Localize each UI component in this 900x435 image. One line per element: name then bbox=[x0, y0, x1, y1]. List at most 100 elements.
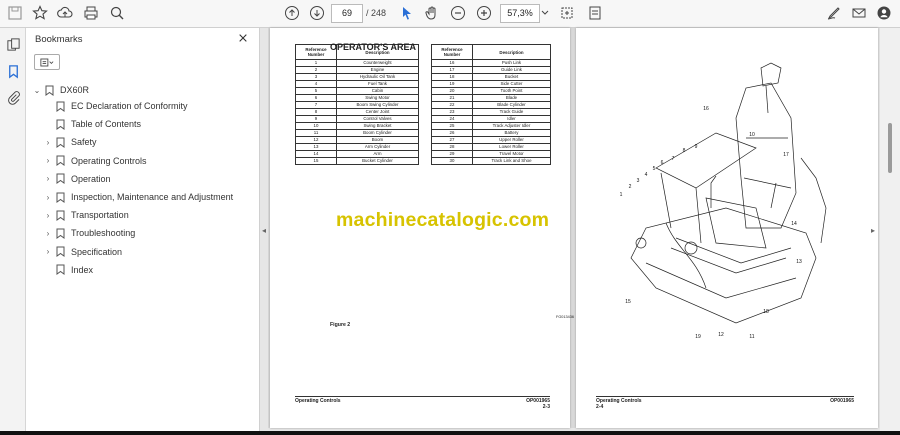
zoom-level-input[interactable]: 57,3% bbox=[500, 4, 540, 23]
ref-number-cell: 28 bbox=[431, 143, 473, 151]
callout-number: 15 bbox=[625, 299, 631, 305]
bookmark-icon bbox=[56, 173, 65, 185]
bookmark-item[interactable]: Table of Contents bbox=[43, 116, 141, 132]
zoom-in-icon[interactable] bbox=[473, 3, 495, 23]
callout-number: 18 bbox=[763, 309, 769, 315]
callout-number: 17 bbox=[783, 152, 789, 158]
page-thumbnails-icon[interactable] bbox=[4, 35, 22, 53]
attachments-paperclip-icon[interactable] bbox=[4, 88, 22, 106]
bookmark-star-icon[interactable] bbox=[29, 3, 51, 23]
ref-number-cell: 21 bbox=[431, 94, 473, 102]
description-cell: Blade Cylinder bbox=[472, 101, 551, 109]
callout-number: 16 bbox=[703, 106, 709, 112]
bookmark-item[interactable]: › Inspection, Maintenance and Adjustment bbox=[43, 189, 233, 205]
description-cell: Swing Motor bbox=[336, 94, 419, 102]
table-row: 23 Track Guide bbox=[431, 108, 551, 116]
bookmark-item[interactable]: › Operation bbox=[43, 171, 111, 187]
description-cell: Track Link and Shoe bbox=[472, 157, 551, 165]
zoom-out-icon[interactable] bbox=[447, 3, 469, 23]
table-row: 25 Track Adjuster Idler bbox=[431, 122, 551, 130]
bookmarks-panel-icon[interactable] bbox=[4, 62, 22, 80]
description-cell: Bucket Cylinder bbox=[336, 157, 419, 165]
prev-page-icon[interactable] bbox=[281, 3, 303, 23]
ref-number-cell: 23 bbox=[431, 108, 473, 116]
email-icon[interactable] bbox=[848, 3, 870, 23]
section-title: OPERATOR'S AREA bbox=[330, 42, 416, 52]
chevron-right-icon[interactable]: › bbox=[43, 156, 53, 165]
page-number-input[interactable]: 69 bbox=[331, 4, 363, 23]
save-icon[interactable] bbox=[4, 3, 26, 23]
ref-number-cell: 29 bbox=[431, 150, 473, 158]
scrollbar-thumb[interactable] bbox=[888, 123, 892, 173]
table-row: 7 Boom Swing Cylinder bbox=[295, 101, 419, 109]
description-cell: Upper Roller bbox=[472, 136, 551, 144]
bookmark-item[interactable]: Index bbox=[43, 262, 93, 278]
close-icon[interactable] bbox=[236, 31, 250, 45]
chevron-right-icon[interactable]: › bbox=[43, 247, 53, 256]
bookmark-item[interactable]: › Specification bbox=[43, 244, 122, 260]
figure-label: Figure 2 bbox=[330, 322, 351, 328]
description-cell: Control Valves bbox=[336, 115, 419, 123]
account-icon[interactable] bbox=[873, 3, 895, 23]
upload-cloud-icon[interactable] bbox=[54, 3, 76, 23]
bookmark-root-dx60r[interactable]: ⌄ DX60R bbox=[32, 82, 89, 98]
table-row: 15 Bucket Cylinder bbox=[295, 157, 419, 165]
bookmark-item[interactable]: › Transportation bbox=[43, 207, 129, 223]
bookmark-options-button[interactable] bbox=[34, 54, 60, 70]
table-row: 10 Swing Bracket bbox=[295, 122, 419, 130]
chevron-right-icon[interactable]: › bbox=[43, 138, 53, 147]
page-display-icon[interactable] bbox=[584, 3, 606, 23]
hand-tool-icon[interactable] bbox=[421, 3, 443, 23]
table-row: 6 Swing Motor bbox=[295, 94, 419, 102]
callout-number: 2 bbox=[629, 184, 632, 190]
bookmark-label: Troubleshooting bbox=[71, 228, 136, 239]
bookmark-icon bbox=[56, 264, 65, 276]
search-zoom-icon[interactable] bbox=[106, 3, 128, 23]
ref-number-cell: 18 bbox=[431, 73, 473, 81]
bookmark-label: Table of Contents bbox=[71, 119, 142, 130]
bookmarks-panel: Bookmarks ⌄ DX60R EC Declaration of Conf… bbox=[26, 28, 260, 435]
bookmark-label: Operation bbox=[71, 173, 111, 184]
callout-number: 8 bbox=[683, 148, 686, 154]
description-cell: Bucket bbox=[472, 73, 551, 81]
page-total: / 248 bbox=[366, 8, 387, 18]
next-page-icon[interactable] bbox=[306, 3, 328, 23]
ref-number-cell: 14 bbox=[295, 150, 337, 158]
bookmark-item[interactable]: EC Declaration of Conformity bbox=[43, 98, 188, 114]
chevron-down-icon[interactable]: ⌄ bbox=[32, 86, 42, 95]
zoom-dropdown-chevron-icon[interactable] bbox=[540, 3, 550, 23]
chevron-right-icon[interactable]: › bbox=[43, 211, 53, 220]
ref-number-cell: 24 bbox=[431, 115, 473, 123]
table-row: 21 Blade bbox=[431, 94, 551, 102]
fit-page-icon[interactable] bbox=[556, 3, 578, 23]
chevron-right-icon[interactable]: › bbox=[43, 229, 53, 238]
print-icon[interactable] bbox=[80, 3, 102, 23]
select-cursor-icon[interactable] bbox=[396, 3, 418, 23]
toolbar: 69 / 248 57,3% bbox=[0, 0, 900, 28]
sign-pen-icon[interactable] bbox=[823, 3, 845, 23]
bookmark-label: Transportation bbox=[71, 210, 129, 221]
table-row: 18 Bucket bbox=[431, 73, 551, 81]
table-row: 24 Idler bbox=[431, 115, 551, 123]
ref-number-cell: 2 bbox=[295, 66, 337, 74]
bookmarks-panel-title: Bookmarks bbox=[35, 34, 83, 45]
ref-number-cell: 20 bbox=[431, 87, 473, 95]
chevron-right-icon[interactable]: › bbox=[43, 193, 53, 202]
description-cell: Arm bbox=[336, 150, 419, 158]
footer-section: Operating Controls bbox=[295, 398, 341, 404]
bookmark-item[interactable]: › Operating Controls bbox=[43, 153, 147, 169]
table-row: 14 Arm bbox=[295, 150, 419, 158]
expand-right-panel-chevron-icon[interactable]: ▸ bbox=[868, 220, 878, 240]
ref-number-cell: 13 bbox=[295, 143, 337, 151]
ref-number-cell: 10 bbox=[295, 122, 337, 130]
bookmark-icon bbox=[56, 101, 65, 112]
chevron-right-icon[interactable]: › bbox=[43, 174, 53, 183]
description-cell: Tooth Point bbox=[472, 87, 551, 95]
footer-page-number: 2-4 bbox=[596, 404, 604, 410]
vertical-scrollbar[interactable] bbox=[880, 28, 900, 435]
callout-number: 10 bbox=[749, 132, 755, 138]
bookmark-item[interactable]: › Troubleshooting bbox=[43, 225, 135, 241]
bookmark-item[interactable]: › Safety bbox=[43, 134, 97, 150]
callout-number: 11 bbox=[749, 334, 754, 340]
ref-number-cell: 8 bbox=[295, 108, 337, 116]
